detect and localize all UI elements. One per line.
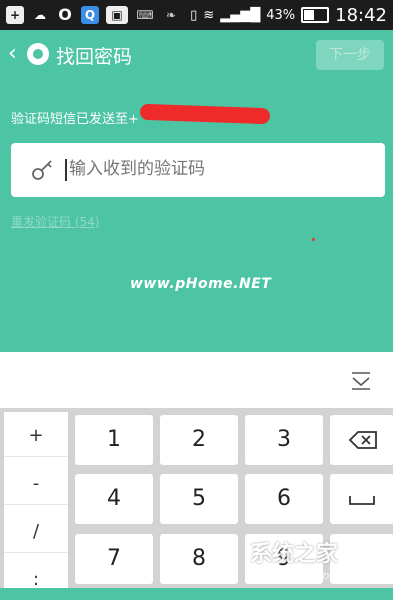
keyboard-toolbar xyxy=(0,352,393,408)
digit-key[interactable]: 7 xyxy=(75,534,153,584)
resend-code-link[interactable]: 重发验证码 (54) xyxy=(11,213,99,230)
wifi-icon: ≋ xyxy=(203,7,215,23)
redaction-mark xyxy=(139,103,271,125)
symbol-key[interactable]: - xyxy=(4,464,68,505)
watermark-brand: 系统之家 xyxy=(250,542,339,567)
keyboard-icon: ⌨ xyxy=(136,8,154,22)
symbol-key[interactable]: : xyxy=(4,560,68,600)
backspace-icon xyxy=(348,431,377,449)
digit-key[interactable]: 5 xyxy=(160,474,238,524)
opera-icon: O xyxy=(58,5,72,24)
notification-icons: + ☁ O Q ▣ ⌨ ❧ xyxy=(6,5,180,25)
search-app-icon: Q xyxy=(81,6,99,24)
app-header: ‹ 找回密码 下一步 xyxy=(0,30,393,80)
space-button[interactable] xyxy=(330,474,393,524)
weather-icon: ☁ xyxy=(34,8,46,22)
back-icon[interactable]: ‹ xyxy=(8,43,17,65)
space-icon xyxy=(349,496,375,505)
key-icon xyxy=(32,160,52,180)
page-title: 找回密码 xyxy=(56,46,133,68)
collapse-keyboard-icon[interactable] xyxy=(350,371,372,391)
watermark-brand-url: XITONGZHIJIA.NET xyxy=(290,572,364,581)
status-bar: + ☁ O Q ▣ ⌨ ❧ ▯ ≋ ▂▄▆█ 43% 18:42 xyxy=(0,0,393,30)
status-indicators: ▯ ≋ ▂▄▆█ 43% 18:42 xyxy=(190,4,387,26)
verification-code-field[interactable] xyxy=(11,143,385,197)
red-dot xyxy=(312,238,315,241)
battery-percent: 43% xyxy=(266,7,296,23)
digit-key[interactable]: 2 xyxy=(160,415,238,465)
sms-sent-text: 验证码短信已发送至+ xyxy=(11,112,139,127)
clock: 18:42 xyxy=(335,4,387,26)
app-logo-icon xyxy=(27,43,49,65)
leaf-icon: ❧ xyxy=(165,8,177,22)
backspace-button[interactable] xyxy=(330,415,393,465)
battery-icon xyxy=(301,7,330,23)
vibrate-icon: ▯ xyxy=(190,7,198,23)
watermark-text: www.pHome.NET xyxy=(130,276,272,292)
symbol-key[interactable]: + xyxy=(4,416,68,457)
text-cursor xyxy=(65,159,67,181)
digit-key[interactable]: 3 xyxy=(245,415,323,465)
digit-key[interactable]: 8 xyxy=(160,534,238,584)
digit-key[interactable]: 6 xyxy=(245,474,323,524)
digit-key[interactable]: 1 xyxy=(75,415,153,465)
app-notification-icon: ▣ xyxy=(106,6,128,24)
symbol-column: + - / : xyxy=(4,412,68,590)
add-notification-icon: + xyxy=(6,6,24,24)
symbol-key[interactable]: / xyxy=(4,512,68,553)
signal-icon: ▂▄▆█ xyxy=(220,7,261,23)
verification-code-input[interactable] xyxy=(69,159,369,179)
digit-key[interactable]: 4 xyxy=(75,474,153,524)
next-step-button[interactable]: 下一步 xyxy=(316,40,384,70)
